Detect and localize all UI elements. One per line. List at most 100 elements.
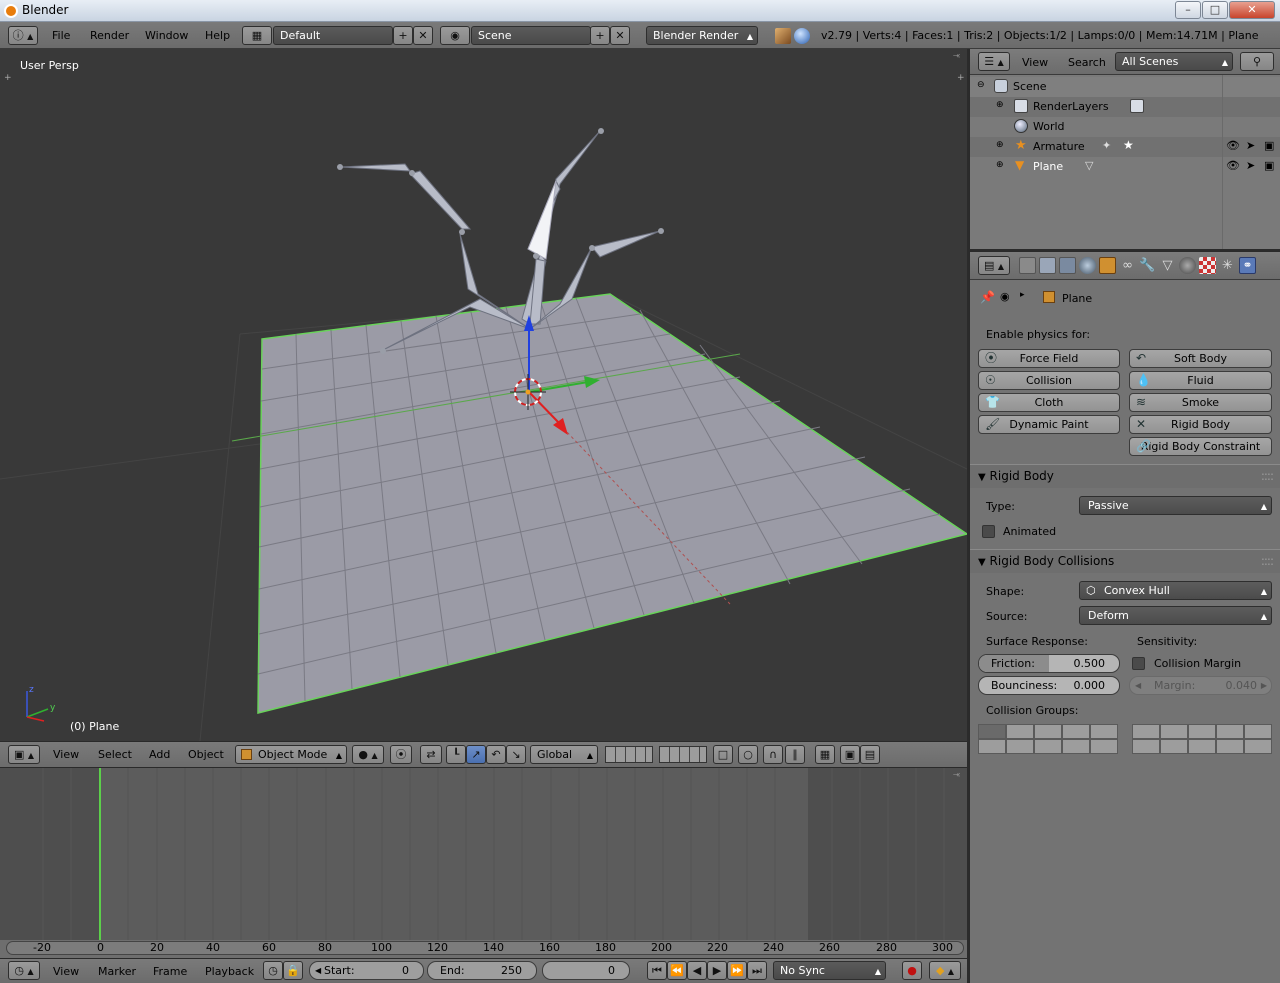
tab-texture-icon[interactable] [1199,257,1216,274]
collapse-icon[interactable]: ⊖ [977,80,985,90]
ol-menu-view[interactable]: View [1022,56,1048,69]
panel-collapse-icon[interactable]: ▼ [978,557,986,568]
tab-scene-icon[interactable] [1059,257,1076,274]
opengl-render-icon[interactable]: ▣ [840,745,860,764]
collision-groups-grid-1[interactable] [978,724,1118,754]
tl-menu-frame[interactable]: Frame [153,965,187,978]
start-frame-field[interactable]: ◀ Start: 0 [309,961,424,980]
tl-menu-view[interactable]: View [53,965,79,978]
end-frame-field[interactable]: End: 250 [427,961,537,980]
current-frame-field[interactable]: 0 [542,961,630,980]
auto-keyframe-record-icon[interactable]: ● [902,961,922,980]
expand-icon[interactable]: ⊕ [996,100,1004,110]
outliner-row-scene[interactable]: ⊖ Scene [970,77,1280,97]
vp-menu-select[interactable]: Select [98,748,132,761]
play-reverse-icon[interactable]: ◀ [687,961,707,980]
scene-field[interactable]: Scene [471,26,591,45]
opengl-animation-icon[interactable]: ▤ [860,745,880,764]
panel-collapse-icon[interactable]: ▼ [978,472,986,483]
jump-to-end-icon[interactable]: ⏭ [747,961,767,980]
editor-type-outliner-button[interactable]: ☰ ▲ [978,52,1010,71]
force-field-button[interactable]: ⦿ Force Field [978,349,1120,368]
expand-icon[interactable]: ⊕ [996,160,1004,170]
outliner-display-mode-dropdown[interactable]: All Scenes ▲ [1115,52,1233,71]
scene-icon[interactable]: ◉ [440,26,470,45]
menu-file[interactable]: File [52,29,70,42]
editor-type-info-button[interactable]: ⓘ ▲ [8,26,38,45]
snap-toggle-icon[interactable]: ∩ [763,745,783,764]
preview-range-icon[interactable]: ◷ [263,961,283,980]
friction-slider[interactable]: Friction: 0.500 [978,654,1120,673]
animated-checkbox[interactable] [982,525,995,538]
smoke-button[interactable]: ≋ Smoke [1129,393,1272,412]
collision-shape-dropdown[interactable]: ⬡ Convex Hull ▲ [1079,581,1272,600]
tl-menu-marker[interactable]: Marker [98,965,136,978]
plane-object[interactable] [257,293,967,714]
renderability-camera-icon[interactable]: ▣ [1264,159,1274,172]
remove-scene-button[interactable]: ✕ [610,26,630,45]
start-decrement-icon[interactable]: ◀ [315,962,321,979]
editor-type-3d-view-button[interactable]: ▣ ▲ [8,745,40,764]
tab-physics-icon[interactable]: ⚭ [1239,257,1256,274]
sync-mode-dropdown[interactable]: No Sync ▲ [773,961,886,980]
panel-drag-handle-icon[interactable]: :::: [1261,550,1274,572]
ol-menu-search[interactable]: Search [1068,56,1106,69]
rigid-body-panel-header[interactable]: ▼ Rigid Body :::: [970,464,1280,488]
rigid-body-constraint-button[interactable]: 🔗 Rigid Body Constraint [1129,437,1272,456]
tab-render-layers-icon[interactable] [1039,257,1056,274]
tab-constraints-icon[interactable]: ∞ [1119,257,1136,274]
tl-menu-playback[interactable]: Playback [205,965,254,978]
active-bone[interactable] [527,180,557,260]
pin-icon[interactable]: 📌 [980,290,995,304]
pivot-point-button[interactable]: ⦿ [390,745,412,764]
outliner-row-armature[interactable]: ⊕ ★ Armature ✦ ★ 👁 ➤ ▣ [970,137,1280,157]
vp-menu-view[interactable]: View [53,748,79,761]
vp-menu-object[interactable]: Object [188,748,224,761]
rigid-body-button[interactable]: ✕ Rigid Body [1129,415,1272,434]
jump-to-start-icon[interactable]: ⏮ [647,961,667,980]
tab-particles-icon[interactable]: ✳ [1219,257,1236,274]
tab-world-icon[interactable] [1079,257,1096,274]
rotate-manipulator-icon[interactable]: ↶ [486,745,506,764]
render-result-icon[interactable] [775,28,791,44]
cloth-button[interactable]: 👕 Cloth [978,393,1120,412]
outliner-row-world[interactable]: World [970,117,1280,137]
soft-body-button[interactable]: ↶ Soft Body [1129,349,1272,368]
visibility-eye-icon[interactable]: 👁 [1226,139,1240,152]
visibility-eye-icon[interactable]: 👁 [1226,159,1240,172]
tab-modifiers-icon[interactable]: 🔧 [1139,257,1156,274]
expand-icon[interactable]: ⊕ [996,140,1004,150]
selectability-cursor-icon[interactable]: ➤ [1246,139,1255,152]
snap-element-icon[interactable]: ∥ [785,745,805,764]
interaction-mode-dropdown[interactable]: Object Mode ▲ [235,745,347,764]
close-button[interactable]: ✕ [1229,1,1275,19]
viewport-shading-button[interactable]: ● ▲ [352,745,384,764]
tab-material-icon[interactable] [1179,257,1196,274]
manipulator-axes-icon[interactable]: ┖ [446,745,466,764]
menu-help[interactable]: Help [205,29,230,42]
transform-orientation-dropdown[interactable]: Global ▲ [530,745,598,764]
collision-margin-checkbox[interactable] [1132,657,1145,670]
world-sphere-icon[interactable] [794,28,810,44]
editor-type-properties-button[interactable]: ▤ ▲ [978,256,1010,275]
keying-set-icon[interactable]: ◆ ▲ [929,961,961,980]
jump-to-next-keyframe-icon[interactable]: ⏩ [727,961,747,980]
bounciness-slider[interactable]: Bounciness: 0.000 [978,676,1120,695]
screen-layout-icon[interactable]: ▦ [242,26,272,45]
render-engine-dropdown[interactable]: Blender Render ▲ [646,26,758,45]
menu-render[interactable]: Render [90,29,129,42]
minimize-button[interactable]: – [1175,1,1201,19]
lock-time-icon[interactable]: 🔒 [283,961,303,980]
tab-render-icon[interactable] [1019,257,1036,274]
proportional-edit-icon[interactable]: ○ [738,745,758,764]
collision-source-dropdown[interactable]: Deform ▲ [1079,606,1272,625]
screen-layout-field[interactable]: Default [273,26,393,45]
translate-manipulator-icon[interactable]: ↗ [466,745,486,764]
timeline-editor[interactable]: ⤛ [0,768,967,958]
vp-menu-add[interactable]: Add [149,748,170,761]
scene-layers-grid-2[interactable] [659,746,707,763]
snap-target-icon[interactable]: ▦ [815,745,835,764]
rigid-body-collisions-panel-header[interactable]: ▼ Rigid Body Collisions :::: [970,549,1280,573]
rigid-body-type-dropdown[interactable]: Passive ▲ [1079,496,1272,515]
selectability-cursor-icon[interactable]: ➤ [1246,159,1255,172]
